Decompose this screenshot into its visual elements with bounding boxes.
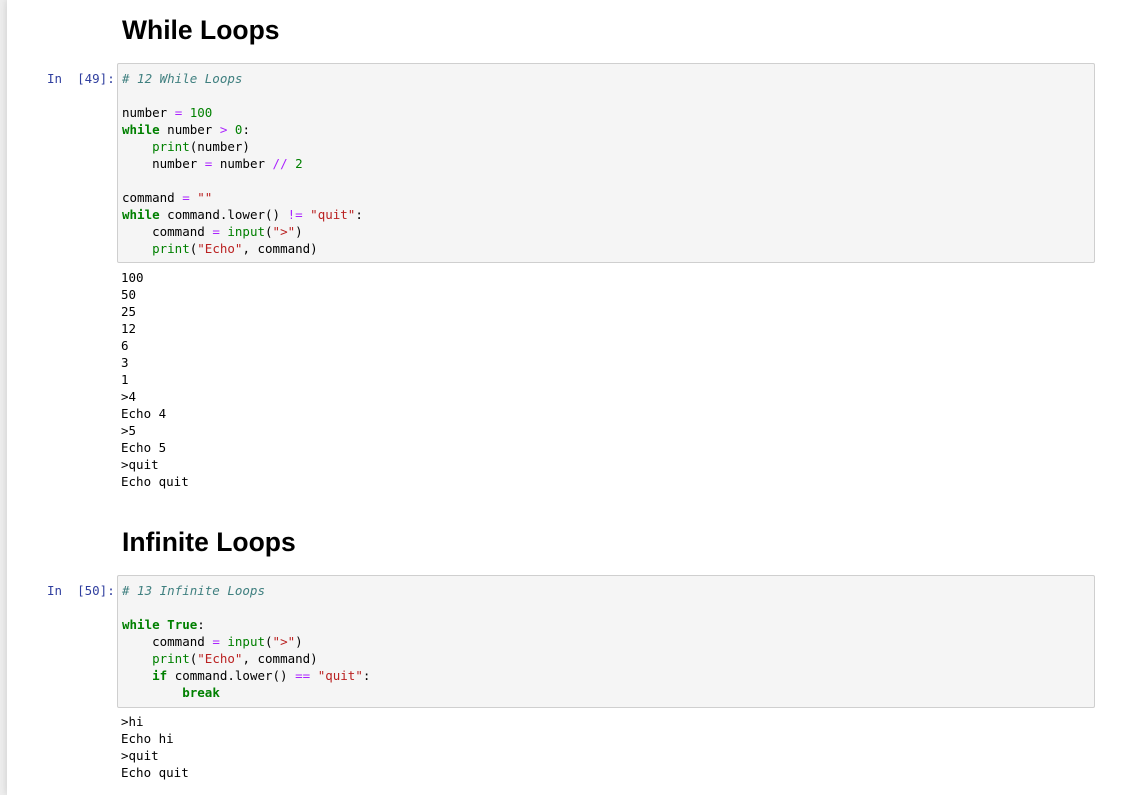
input-prompt: In [50]:: [47, 583, 115, 598]
code-token: "quit": [310, 207, 356, 222]
code-token: command: [122, 190, 183, 205]
code-token: command.lower(): [159, 207, 288, 222]
cell-output: >hi Echo hi >quit Echo quit: [121, 714, 189, 780]
code-token: ): [295, 634, 303, 649]
code-token: while: [122, 122, 160, 137]
code-token: break: [182, 685, 220, 700]
code-token: !=: [287, 207, 303, 222]
code-token: =: [212, 224, 220, 239]
code-token: 100: [189, 105, 213, 120]
code-token: ): [295, 224, 303, 239]
code-token: 2: [295, 156, 303, 171]
code-token: number: [122, 156, 205, 171]
code-token: print: [152, 139, 190, 154]
code-token: # 13 Infinite Loops: [122, 583, 265, 598]
code-token: number: [159, 122, 220, 137]
code-cell-input[interactable]: # 12 While Loops number = 100 while numb…: [117, 63, 1095, 263]
code-token: ==: [295, 668, 311, 683]
code-token: print: [152, 241, 190, 256]
code-token: # 12 While Loops: [122, 71, 243, 86]
code-token: :: [242, 122, 250, 137]
code-token: input: [227, 224, 266, 239]
code-token: number: [212, 156, 273, 171]
code-token: True: [167, 617, 198, 632]
heading-infinite-loops[interactable]: Infinite Loops: [122, 526, 296, 558]
code-token: command.lower(): [167, 668, 296, 683]
code-token: "Echo": [197, 241, 243, 256]
code-token: =: [212, 634, 220, 649]
code-token: :: [355, 207, 363, 222]
code-token: , command): [242, 241, 318, 256]
notebook-container: While Loops In [49]: # 12 While Loops nu…: [7, 0, 1142, 795]
code-token: (: [265, 634, 273, 649]
code-token: (: [265, 224, 273, 239]
code-token: ">": [272, 634, 296, 649]
code-token: :: [362, 668, 371, 683]
code-token: while: [122, 207, 160, 222]
input-prompt: In [49]:: [47, 71, 115, 86]
code-token: number: [122, 105, 175, 120]
cell-output: 100 50 25 12 6 3 1 >4 Echo 4 >5 Echo 5 >…: [121, 270, 189, 489]
code-token: command: [122, 224, 213, 239]
code-token: "Echo": [197, 651, 243, 666]
code-token: if: [152, 668, 168, 683]
code-token: while: [122, 617, 160, 632]
code-cell-input[interactable]: # 13 Infinite Loops while True: command …: [117, 575, 1095, 708]
code-token: "quit": [317, 668, 363, 683]
code-token: "": [197, 190, 213, 205]
code-token: =: [182, 190, 190, 205]
code-token: ">": [272, 224, 296, 239]
code-token: , command): [242, 651, 318, 666]
code-token: print: [152, 651, 190, 666]
heading-while-loops[interactable]: While Loops: [122, 14, 280, 46]
code-token: command: [122, 634, 213, 649]
code-editor[interactable]: # 13 Infinite Loops while True: command …: [118, 576, 1094, 707]
code-token: (number): [189, 139, 250, 154]
code-token: input: [227, 634, 266, 649]
code-editor[interactable]: # 12 While Loops number = 100 while numb…: [118, 64, 1094, 263]
code-token: :: [197, 617, 205, 632]
code-token: //: [272, 156, 288, 171]
